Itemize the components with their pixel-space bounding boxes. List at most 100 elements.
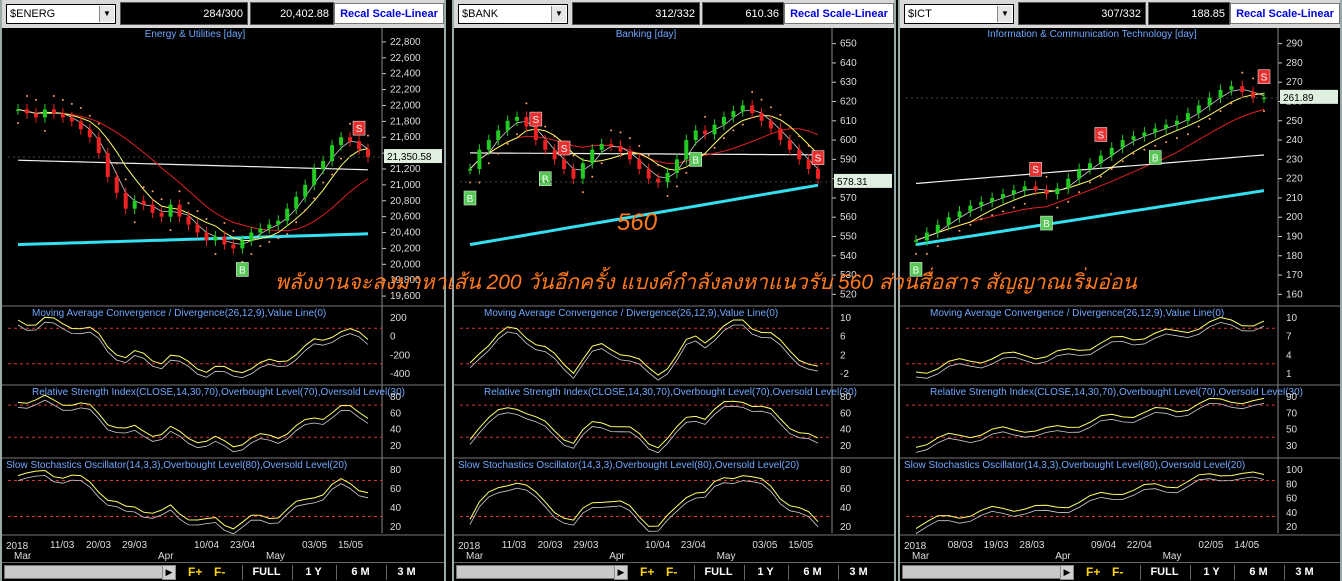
scroll-right-button[interactable]: ▶	[614, 565, 628, 580]
chevron-down-icon[interactable]: ▼	[99, 6, 114, 22]
recal-scale-button[interactable]: Recal Scale-Linear	[784, 3, 894, 24]
font-increase-button[interactable]: F+	[188, 565, 202, 580]
font-increase-button[interactable]: F+	[1086, 565, 1100, 580]
candle-body	[321, 161, 326, 169]
font-decrease-button[interactable]: F-	[214, 565, 225, 580]
price-tick-label: 170	[1286, 270, 1303, 281]
price-tick-label: 270	[1286, 77, 1303, 88]
candle-body	[1066, 178, 1071, 189]
range-full-button[interactable]: FULL	[242, 565, 290, 580]
range-1y-button[interactable]: 1 Y	[744, 565, 786, 580]
price-tick-label: 160	[1286, 289, 1303, 300]
candle-body	[505, 120, 510, 131]
candle-body	[731, 111, 736, 117]
range-3m-button[interactable]: 3 M	[386, 565, 426, 580]
sar-dot	[286, 233, 289, 236]
range-1y-button[interactable]: 1 Y	[1190, 565, 1232, 580]
recal-scale-button[interactable]: Recal Scale-Linear	[1230, 3, 1340, 24]
scroll-right-button[interactable]: ▶	[162, 565, 176, 580]
candle-body	[1055, 188, 1060, 195]
candle-body	[339, 137, 344, 146]
candle-body	[1088, 163, 1092, 169]
range-6m-button[interactable]: 6 M	[1234, 565, 1282, 580]
candle-body	[330, 145, 335, 162]
sar-dot	[17, 121, 19, 124]
range-6m-button[interactable]: 6 M	[336, 565, 384, 580]
candle-body	[1185, 113, 1190, 121]
candle-body	[693, 130, 698, 141]
rsi-signal-line	[17, 399, 369, 453]
price-tick-label: 22,000	[390, 100, 421, 111]
sto-tick-label: 80	[840, 465, 852, 476]
date-tick-label: 03/05	[302, 540, 327, 551]
font-decrease-button[interactable]: F-	[1112, 565, 1123, 580]
signal-label: B	[692, 155, 699, 166]
font-increase-button[interactable]: F+	[640, 565, 654, 580]
candle-body	[768, 120, 773, 129]
symbol-select[interactable]: $ICT ▼	[904, 4, 1014, 24]
signal-label: B	[1043, 219, 1050, 230]
sar-dot	[1197, 125, 1200, 128]
candle-body	[123, 192, 128, 209]
sar-dot	[958, 229, 961, 232]
price-tick-label: 20,400	[390, 228, 421, 239]
scroll-right-button[interactable]: ▶	[1060, 565, 1074, 580]
candle-body	[312, 169, 317, 185]
macd-label: Moving Average Convergence / Divergence(…	[484, 308, 778, 319]
date-tick-label: 03/05	[752, 540, 777, 551]
recal-scale-button[interactable]: Recal Scale-Linear	[334, 3, 444, 24]
sto-tick-label: 60	[1286, 494, 1298, 505]
chevron-down-icon[interactable]: ▼	[551, 6, 566, 22]
date-tick-label: Apr	[609, 551, 625, 562]
last-value: 20,402.88	[250, 2, 334, 25]
horizontal-scrollbar[interactable]	[902, 565, 1072, 579]
range-6m-button[interactable]: 6 M	[788, 565, 836, 580]
sar-dot	[675, 185, 678, 188]
chevron-down-icon[interactable]: ▼	[997, 6, 1012, 22]
rsi-line	[17, 394, 369, 448]
range-full-button[interactable]: FULL	[694, 565, 742, 580]
candle-body	[60, 113, 65, 118]
date-tick-label: 20/03	[86, 540, 111, 551]
font-decrease-button[interactable]: F-	[666, 565, 677, 580]
sto-tick-label: 60	[390, 484, 402, 495]
range-3m-button[interactable]: 3 M	[1284, 565, 1324, 580]
candle-body	[1120, 140, 1125, 148]
range-full-button[interactable]: FULL	[1140, 565, 1188, 580]
candle-body	[740, 105, 745, 112]
sar-dot	[741, 123, 744, 126]
candle-body	[609, 143, 614, 146]
sar-dot	[1252, 77, 1255, 80]
candle-body	[267, 224, 272, 229]
chart-title: Banking [day]	[616, 29, 677, 40]
date-tick-label: Mar	[466, 551, 484, 562]
sar-dot	[43, 129, 46, 132]
symbol-select[interactable]: $ENERG ▼	[6, 4, 116, 24]
symbol-select[interactable]: $BANK ▼	[458, 4, 568, 24]
candle-body	[468, 169, 472, 171]
sar-dot	[657, 164, 660, 167]
sar-dot	[722, 137, 725, 140]
sar-dot	[936, 245, 939, 248]
candle-body	[1207, 97, 1212, 106]
candle-body	[303, 184, 308, 197]
price-tick-label: 21,600	[390, 132, 421, 143]
sar-dot	[52, 94, 55, 97]
sar-dot	[1263, 110, 1265, 113]
range-3m-button[interactable]: 3 M	[838, 565, 878, 580]
candle-body	[674, 159, 679, 173]
horizontal-scrollbar[interactable]	[456, 565, 626, 579]
signal-label: S	[561, 144, 568, 155]
sar-dot	[1154, 144, 1157, 147]
candle-body	[914, 240, 918, 242]
candle-body	[33, 113, 38, 118]
candle-body	[552, 149, 557, 160]
last-value: 610.36	[702, 2, 784, 25]
horizontal-scrollbar[interactable]	[4, 565, 174, 579]
range-1y-button[interactable]: 1 Y	[292, 565, 334, 580]
price-tick-label: 540	[840, 251, 857, 262]
candle-body	[249, 232, 254, 241]
candle-body	[204, 232, 209, 241]
candle-body	[159, 212, 164, 217]
sar-dot	[187, 202, 190, 205]
